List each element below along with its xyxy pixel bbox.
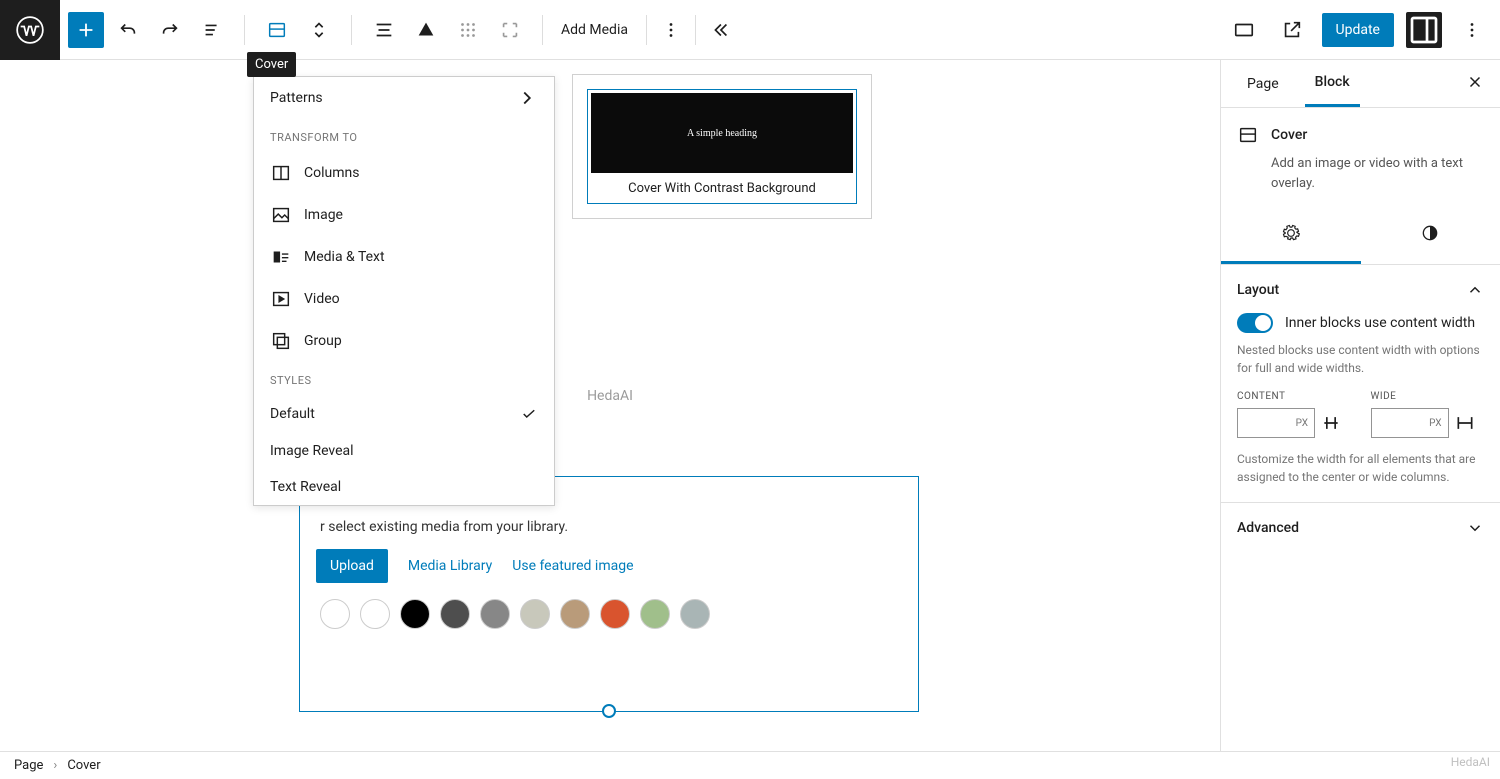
topbar: Add Media Update xyxy=(0,0,1500,60)
color-swatch-4[interactable] xyxy=(480,599,510,629)
resize-handle[interactable] xyxy=(602,704,616,718)
transform-group[interactable]: Group xyxy=(254,320,554,362)
check-icon xyxy=(520,405,538,423)
style-default[interactable]: Default xyxy=(254,395,554,433)
style-text-reveal[interactable]: Text Reveal xyxy=(254,469,554,505)
breadcrumb-page[interactable]: Page xyxy=(14,758,43,773)
block-options-button[interactable] xyxy=(653,12,689,48)
view-page-button[interactable] xyxy=(1274,12,1310,48)
color-swatch-5[interactable] xyxy=(520,599,550,629)
duotone-button[interactable] xyxy=(408,12,444,48)
subtab-settings[interactable] xyxy=(1221,209,1361,264)
block-description: Add an image or video with a text overla… xyxy=(1271,154,1484,193)
pattern-preview-panel: A simple heading Cover With Contrast Bac… xyxy=(572,74,872,219)
advanced-panel-header[interactable]: Advanced xyxy=(1237,519,1484,537)
block-title: Cover xyxy=(1237,124,1484,146)
tab-page[interactable]: Page xyxy=(1237,62,1289,106)
upload-button[interactable]: Upload xyxy=(316,549,388,583)
color-swatch-0[interactable] xyxy=(320,599,350,629)
add-media-button[interactable]: Add Media xyxy=(549,12,640,48)
wordpress-icon xyxy=(16,16,44,44)
media-library-button[interactable]: Media Library xyxy=(408,558,492,574)
wp-logo[interactable] xyxy=(0,0,60,60)
settings-sidebar-toggle[interactable] xyxy=(1406,12,1442,48)
collapse-toolbar-button[interactable] xyxy=(702,12,738,48)
styles-header: STYLES xyxy=(254,362,554,395)
breadcrumb-separator: › xyxy=(53,758,57,773)
redo-button[interactable] xyxy=(152,12,188,48)
transform-popover: Patterns TRANSFORM TO Columns Image Medi… xyxy=(253,76,555,506)
watermark: HedaAI xyxy=(1451,755,1490,769)
content-width-toggle[interactable] xyxy=(1237,313,1273,333)
media-text-icon xyxy=(270,246,292,268)
fullheight-button[interactable] xyxy=(492,12,528,48)
align-button[interactable] xyxy=(366,12,402,48)
list-view-button[interactable] xyxy=(194,12,230,48)
cover-tooltip: Cover xyxy=(247,52,296,77)
wide-width-icon xyxy=(1455,413,1475,433)
content-width-label: CONTENT xyxy=(1237,391,1351,402)
cover-block-icon-button[interactable] xyxy=(259,12,295,48)
chevron-up-icon xyxy=(1466,281,1484,299)
group-icon xyxy=(270,330,292,352)
more-options-button[interactable] xyxy=(1454,12,1490,48)
close-sidebar-button[interactable] xyxy=(1466,73,1484,95)
width-note: Customize the width for all elements tha… xyxy=(1237,450,1484,486)
chevron-down-icon xyxy=(1466,519,1484,537)
tab-block[interactable]: Block xyxy=(1305,60,1360,107)
pattern-card[interactable]: A simple heading Cover With Contrast Bac… xyxy=(587,89,857,204)
use-featured-image-button[interactable]: Use featured image xyxy=(512,558,633,574)
cover-placeholder-text: r select existing media from your librar… xyxy=(320,519,898,535)
cover-block[interactable]: r select existing media from your librar… xyxy=(299,476,919,712)
cover-icon xyxy=(1237,124,1259,146)
block-breadcrumb: Page › Cover xyxy=(0,751,1500,779)
toggle-label: Inner blocks use content width xyxy=(1285,315,1475,331)
update-button[interactable]: Update xyxy=(1322,13,1394,47)
pattern-thumbnail: A simple heading xyxy=(591,93,853,173)
chevron-right-icon xyxy=(516,87,538,109)
patterns-menu-item[interactable]: Patterns xyxy=(254,77,554,119)
undo-button[interactable] xyxy=(110,12,146,48)
color-swatch-3[interactable] xyxy=(440,599,470,629)
preview-button[interactable] xyxy=(1226,12,1262,48)
gear-icon xyxy=(1281,223,1301,243)
block-inserter-button[interactable] xyxy=(68,12,104,48)
transform-columns[interactable]: Columns xyxy=(254,152,554,194)
color-swatch-7[interactable] xyxy=(600,599,630,629)
color-swatches xyxy=(316,599,902,629)
settings-sidebar: Page Block Cover Add an image or video w… xyxy=(1220,60,1500,751)
video-icon xyxy=(270,288,292,310)
color-swatch-8[interactable] xyxy=(640,599,670,629)
color-swatch-6[interactable] xyxy=(560,599,590,629)
content-width-icon xyxy=(1321,413,1341,433)
color-swatch-1[interactable] xyxy=(360,599,390,629)
layout-note: Nested blocks use content width with opt… xyxy=(1237,341,1484,377)
wide-width-label: WIDE xyxy=(1371,391,1485,402)
transform-to-header: TRANSFORM TO xyxy=(254,119,554,152)
style-image-reveal[interactable]: Image Reveal xyxy=(254,433,554,469)
breadcrumb-cover[interactable]: Cover xyxy=(67,758,100,773)
subtab-styles[interactable] xyxy=(1361,209,1500,264)
page-title-placeholder[interactable]: HedaAI xyxy=(587,388,633,404)
position-button[interactable] xyxy=(450,12,486,48)
transform-video[interactable]: Video xyxy=(254,278,554,320)
color-swatch-2[interactable] xyxy=(400,599,430,629)
transform-media-text[interactable]: Media & Text xyxy=(254,236,554,278)
layout-panel-header[interactable]: Layout xyxy=(1237,281,1484,299)
styles-icon xyxy=(1420,223,1440,243)
content-width-input[interactable]: PX xyxy=(1237,408,1315,438)
transform-image[interactable]: Image xyxy=(254,194,554,236)
move-block-button[interactable] xyxy=(301,12,337,48)
color-swatch-9[interactable] xyxy=(680,599,710,629)
image-icon xyxy=(270,204,292,226)
columns-icon xyxy=(270,162,292,184)
pattern-label: Cover With Contrast Background xyxy=(591,173,853,200)
wide-width-input[interactable]: PX xyxy=(1371,408,1449,438)
